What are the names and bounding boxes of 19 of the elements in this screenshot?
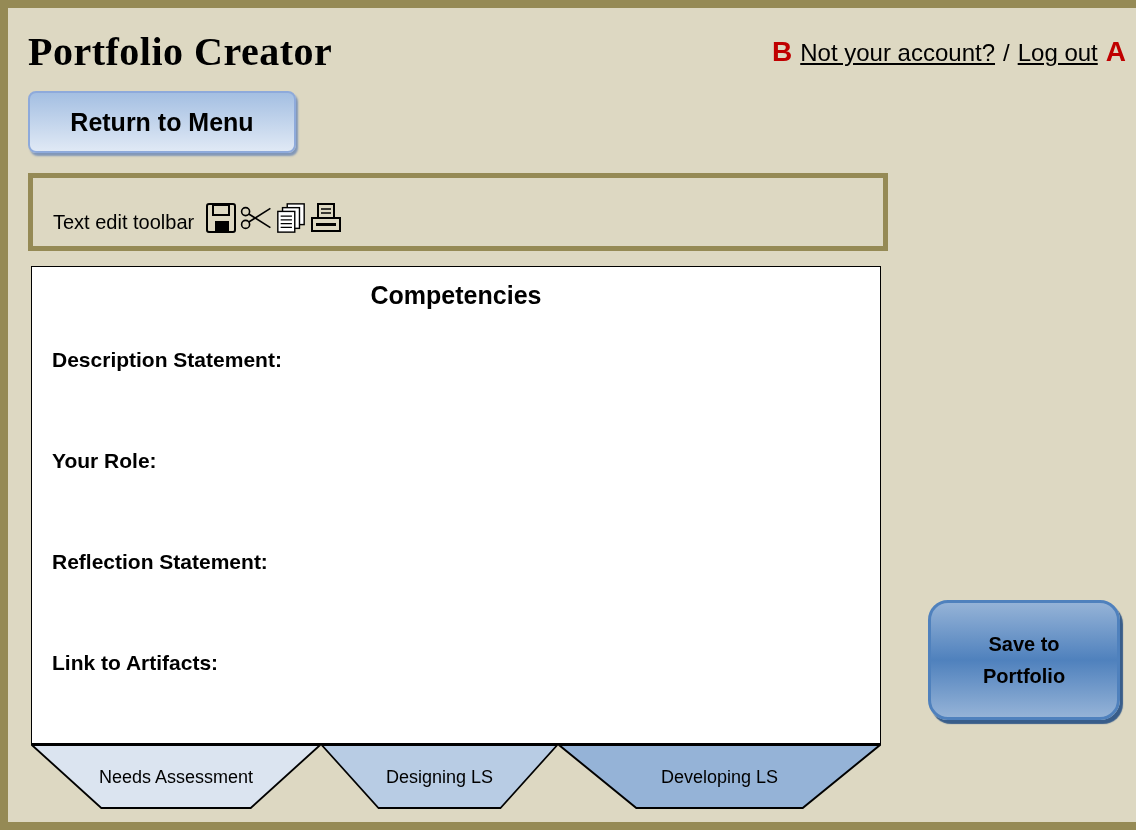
return-to-menu-button[interactable]: Return to Menu: [28, 91, 296, 153]
save-to-portfolio-button[interactable]: Save to Portfolio: [928, 600, 1120, 720]
printer-icon[interactable]: [310, 202, 343, 234]
account-link[interactable]: Not your account?: [800, 38, 995, 67]
account-link[interactable]: Log out: [1017, 38, 1098, 67]
copy-icon[interactable]: [275, 202, 308, 234]
tab[interactable]: Designing LS: [321, 744, 558, 810]
tab[interactable]: Developing LS: [558, 744, 881, 810]
annotation-letter: B: [772, 35, 793, 68]
field-label: Reflection Statement:: [52, 550, 269, 575]
field-label: Your Role:: [52, 449, 158, 474]
tab[interactable]: Needs Assessment: [31, 744, 321, 810]
link-separator: /: [1003, 38, 1010, 67]
field-label: Link to Artifacts:: [52, 651, 220, 676]
field-label: Description Statement:: [52, 348, 283, 373]
card-title: Competencies: [369, 281, 543, 310]
toolbar-label: Text edit toolbar: [53, 211, 195, 234]
app-title: Portfolio Creator: [28, 28, 333, 75]
annotation-letter: A: [1105, 35, 1126, 68]
